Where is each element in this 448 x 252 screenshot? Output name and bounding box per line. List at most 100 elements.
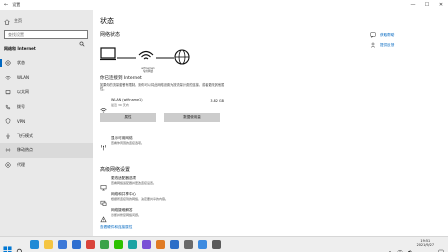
hotspot-icon	[5, 147, 11, 153]
adv-item-desc: 查看网络适配器并更改连接设置。	[111, 180, 157, 185]
maximize-button[interactable]: ☐	[420, 0, 434, 9]
taskbar: 19:51 2021/9/27	[0, 236, 448, 252]
wechat-app-icon[interactable]	[114, 240, 123, 249]
sidebar: 主页 查找设置 网络和 Internet 状态 WLAN 以太网 拨号 VPN …	[0, 10, 93, 236]
data-usage-button[interactable]: 数据使用量	[164, 113, 220, 122]
windows-start-icon[interactable]	[3, 240, 12, 252]
adv-item-desc: 根据所连接到的网络，决定要共享的内容。	[111, 196, 169, 201]
section-title: 网络和 Internet	[4, 46, 36, 51]
search-icon[interactable]	[79, 32, 85, 47]
sharing-center-icon	[100, 192, 107, 206]
close-button[interactable]: ✕	[434, 0, 448, 9]
troubleshooter-link[interactable]: 网络疑难解答 诊断并修复网络问题。	[100, 208, 142, 223]
home-link[interactable]: 主页	[4, 18, 22, 24]
nav-list: 状态 WLAN 以太网 拨号 VPN 飞行模式 移动热点 代理	[0, 56, 93, 172]
store-app-icon[interactable]	[58, 240, 67, 249]
main-content: 状态 网络状态 wifiname1 专用网络 你已连接到 Internet 如果…	[93, 10, 448, 236]
taskbar-search-icon[interactable]	[16, 241, 24, 252]
minimize-button[interactable]: —	[406, 0, 420, 9]
show-networks-link[interactable]: 显示可用网络 查看你周围的连接选项。	[100, 136, 145, 151]
tray-volume-icon[interactable]	[407, 240, 413, 252]
sharing-center-link[interactable]: 网络和共享中心 根据所连接到的网络，决定要共享的内容。	[100, 192, 169, 206]
advanced-heading: 高级网络设置	[100, 167, 131, 173]
computer-icon	[100, 47, 116, 61]
sidebar-item-label: 以太网	[17, 89, 29, 95]
search-placeholder: 查找设置	[8, 32, 24, 37]
edge-app-icon[interactable]	[30, 240, 39, 249]
diagram-network-label: wifiname1 专用网络	[136, 67, 160, 73]
adapter-icon	[100, 176, 107, 191]
feedback-icon	[370, 42, 376, 48]
wifi-icon	[100, 99, 107, 113]
globe-icon	[174, 49, 190, 65]
sidebar-item-hotspot[interactable]: 移动热点	[0, 143, 93, 158]
taskbar-apps	[30, 240, 221, 249]
network-name: WLAN (wifiname1)	[111, 98, 143, 102]
connected-description: 如果你的流量套餐有限制，则你可以将此网络设置为按流量计费的连接，或者更改其他属性…	[100, 83, 225, 92]
get-help-label: 获取帮助	[380, 32, 395, 37]
clock[interactable]: 19:51 2021/9/27	[417, 239, 434, 248]
window-title: 设置	[12, 2, 21, 7]
app-blue2-icon[interactable]	[170, 240, 179, 249]
antenna-icon	[100, 136, 107, 151]
adv-item-desc: 诊断并修复网络问题。	[111, 212, 142, 217]
home-icon	[4, 18, 10, 24]
help-links: 获取帮助 提供反馈	[370, 30, 394, 50]
app-green-icon[interactable]	[100, 240, 109, 249]
sidebar-item-label: 代理	[17, 161, 25, 167]
show-networks-desc: 查看你周围的连接选项。	[111, 140, 145, 145]
system-tray: 19:51 2021/9/27	[387, 239, 444, 252]
dialup-icon	[5, 104, 11, 110]
sidebar-item-wlan[interactable]: WLAN	[0, 71, 93, 86]
sidebar-item-label: 移动热点	[17, 147, 33, 153]
properties-button[interactable]: 属性	[100, 113, 156, 122]
sidebar-item-label: 拨号	[17, 103, 25, 109]
sidebar-item-vpn[interactable]: VPN	[0, 114, 93, 129]
network-usage-row: WLAN (wifiname1) 最近 30 天内 3.82 GB	[100, 98, 224, 113]
diagram-label-line2: 专用网络	[142, 70, 154, 73]
wifi-icon	[5, 75, 11, 81]
notifications-icon[interactable]	[438, 240, 444, 252]
app-gray-icon[interactable]	[184, 240, 193, 249]
search-input[interactable]: 查找设置	[4, 30, 88, 47]
feedback-label: 提供反馈	[380, 42, 395, 47]
sidebar-item-proxy[interactable]: 代理	[0, 158, 93, 173]
app-orange-icon[interactable]	[156, 240, 165, 249]
get-help-link[interactable]: 获取帮助	[370, 30, 394, 40]
sidebar-item-dialup[interactable]: 拨号	[0, 100, 93, 115]
page-title: 状态	[100, 17, 114, 25]
troubleshoot-icon	[100, 208, 107, 223]
sidebar-item-label: VPN	[17, 118, 26, 124]
network-status-heading: 网络状态	[100, 32, 121, 38]
sidebar-item-status[interactable]: 状态	[0, 56, 93, 71]
adapter-options-link[interactable]: 更改适配器选项 查看网络适配器并更改连接设置。	[100, 176, 157, 191]
app-purple-icon[interactable]	[142, 240, 151, 249]
airplane-icon	[5, 133, 11, 139]
hardware-properties-link[interactable]: 查看硬件和连接属性	[100, 225, 132, 230]
tray-chevron-icon[interactable]	[387, 240, 393, 252]
sidebar-item-ethernet[interactable]: 以太网	[0, 85, 93, 100]
clock-date: 2021/9/27	[416, 243, 434, 248]
tray-wifi-icon[interactable]	[396, 240, 403, 252]
back-arrow-icon[interactable]: ←	[4, 1, 8, 9]
settings-app-icon[interactable]	[212, 240, 221, 249]
home-label: 主页	[14, 18, 22, 23]
sidebar-item-label: 飞行模式	[17, 132, 33, 138]
feedback-link[interactable]: 提供反馈	[370, 40, 394, 50]
title-bar: ← 设置 — ☐ ✕	[0, 0, 448, 10]
vpn-icon	[5, 118, 11, 124]
mail-app-icon[interactable]	[72, 240, 81, 249]
app-blue3-icon[interactable]	[198, 240, 207, 249]
connected-title: 你已连接到 Internet	[100, 76, 142, 81]
help-icon	[370, 32, 376, 38]
app-red-icon[interactable]	[86, 240, 95, 249]
file-explorer-app-icon[interactable]	[44, 240, 53, 249]
proxy-icon	[5, 162, 11, 168]
app-teal-icon[interactable]	[128, 240, 137, 249]
sidebar-item-label: 状态	[17, 60, 25, 66]
network-usage-value: 3.82 GB	[210, 99, 224, 103]
wifi-signal-icon	[138, 50, 154, 60]
ethernet-icon	[5, 89, 11, 95]
status-icon	[5, 60, 11, 66]
sidebar-item-airplane[interactable]: 飞行模式	[0, 129, 93, 144]
